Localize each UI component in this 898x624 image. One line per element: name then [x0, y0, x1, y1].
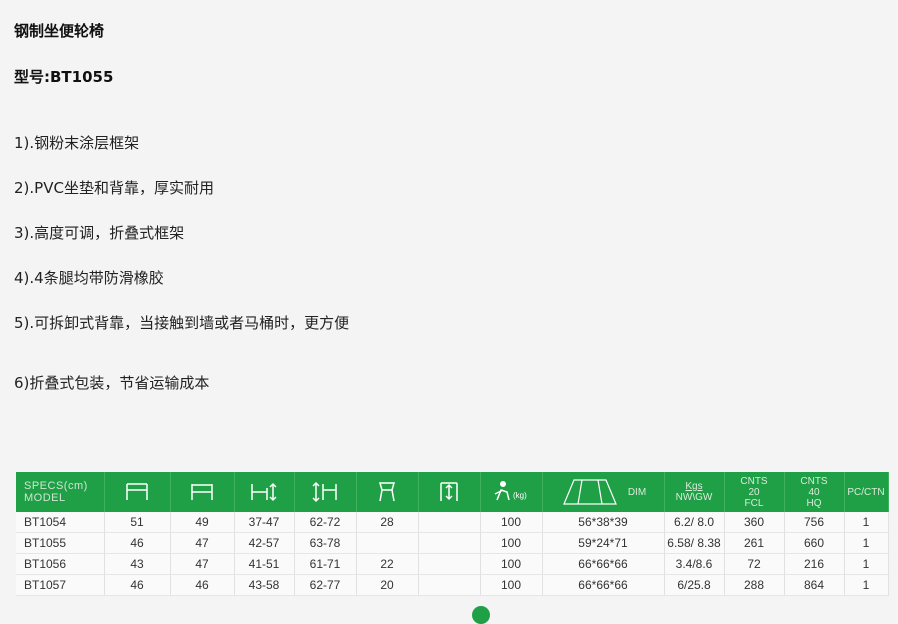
hq-line-3: HQ: [806, 497, 822, 509]
hq-header: CNTS 40 HQ: [784, 472, 845, 512]
table-cell: [418, 553, 481, 575]
scroll-indicator-icon: [472, 606, 490, 624]
table-cell: 47: [170, 532, 235, 554]
table-cell: 43: [104, 553, 171, 575]
feature-item-4: 4).4条腿均带防滑橡胶: [14, 269, 164, 287]
table-cell: 51: [104, 512, 171, 533]
feature-item-3: 3).高度可调，折叠式框架: [14, 224, 185, 242]
overall-height-icon: [294, 472, 357, 512]
table-cell: 6/25.8: [664, 574, 725, 596]
dim-header: DIM: [542, 472, 665, 512]
specs-model-header: SPECS(cm) MODEL: [16, 472, 105, 512]
fcl-line-3: FCL: [744, 497, 764, 509]
table-cell: 49: [170, 512, 235, 533]
feature-item-5: 5).可拆卸式背靠，当接触到墙或者马桶时，更方便: [14, 314, 350, 332]
table-cell: 100: [480, 512, 543, 533]
specs-label: SPECS(cm): [24, 479, 88, 492]
table-cell: 37-47: [234, 512, 295, 533]
table-cell: 20: [356, 574, 419, 596]
seat-depth-icon: [356, 472, 419, 512]
fcl-line-1: CNTS: [740, 475, 768, 487]
carton-icon: [562, 479, 617, 505]
table-cell: 66*66*66: [542, 553, 665, 575]
feature-item-6: 6)折叠式包装，节省运输成本: [14, 374, 210, 392]
table-cell: 59*24*71: [542, 532, 665, 554]
seat-height-icon: [234, 472, 295, 512]
table-cell: BT1055: [16, 532, 105, 554]
table-cell: 66*66*66: [542, 574, 665, 596]
weight-capacity-icon: (kg): [480, 472, 543, 512]
product-model: 型号:BT1055: [14, 68, 114, 86]
table-row: BT1057 46 46 43-58 62-77 20 100 66*66*66…: [16, 574, 889, 596]
table-header-row: SPECS(cm) MODEL (kg) DIM Kgs NW\GW CNTS …: [16, 472, 889, 512]
table-cell: 72: [724, 553, 785, 575]
table-cell: 61-71: [294, 553, 357, 575]
table-cell: 28: [356, 512, 419, 533]
table-cell: 100: [480, 532, 543, 554]
feature-item-1: 1).钢粉末涂层框架: [14, 134, 140, 152]
dim-label: DIM: [627, 486, 647, 498]
table-cell: 41-51: [234, 553, 295, 575]
table-cell: 100: [480, 553, 543, 575]
table-cell: 1: [844, 553, 889, 575]
table-cell: 100: [480, 574, 543, 596]
table-cell: 42-57: [234, 532, 295, 554]
table-cell: 46: [104, 532, 171, 554]
table-cell: 46: [170, 574, 235, 596]
product-title: 钢制坐便轮椅: [14, 22, 105, 40]
table-cell: [418, 574, 481, 596]
table-cell: 3.4/8.6: [664, 553, 725, 575]
nw-gw-label: NW\GW: [675, 492, 713, 503]
table-cell: 6.58/ 8.38: [664, 532, 725, 554]
table-cell: 47: [170, 553, 235, 575]
table-cell: BT1057: [16, 574, 105, 596]
table-row: BT1054 51 49 37-47 62-72 28 100 56*38*39…: [16, 512, 889, 533]
table-cell: 22: [356, 553, 419, 575]
weight-capacity-unit: (kg): [513, 491, 527, 500]
hq-line-1: CNTS: [800, 475, 828, 487]
specs-table: SPECS(cm) MODEL (kg) DIM Kgs NW\GW CNTS …: [16, 472, 889, 596]
table-cell: 756: [784, 512, 845, 533]
depth-icon: [418, 472, 481, 512]
feature-item-2: 2).PVC坐垫和背靠，厚实耐用: [14, 179, 214, 197]
table-cell: 660: [784, 532, 845, 554]
table-cell: 864: [784, 574, 845, 596]
table-cell: 216: [784, 553, 845, 575]
table-cell: 1: [844, 574, 889, 596]
table-cell: 1: [844, 532, 889, 554]
chair-width-icon: [104, 472, 171, 512]
table-cell: [356, 532, 419, 554]
table-cell: BT1054: [16, 512, 105, 533]
table-cell: 6.2/ 8.0: [664, 512, 725, 533]
table-cell: 46: [104, 574, 171, 596]
table-cell: 63-78: [294, 532, 357, 554]
table-cell: 43-58: [234, 574, 295, 596]
table-cell: 62-77: [294, 574, 357, 596]
fcl-header: CNTS 20 FCL: [724, 472, 785, 512]
table-cell: 288: [724, 574, 785, 596]
table-cell: BT1056: [16, 553, 105, 575]
table-cell: [418, 532, 481, 554]
table-cell: 1: [844, 512, 889, 533]
kgs-label: Kgs: [685, 481, 703, 492]
hq-line-2: 40: [808, 486, 820, 498]
table-cell: 62-72: [294, 512, 357, 533]
pc-ctn-header: PC/CTN: [844, 472, 889, 512]
table-row: BT1055 46 47 42-57 63-78 100 59*24*71 6.…: [16, 532, 889, 554]
seat-width-icon: [170, 472, 235, 512]
table-row: BT1056 43 47 41-51 61-71 22 100 66*66*66…: [16, 553, 889, 575]
table-cell: 56*38*39: [542, 512, 665, 533]
nw-gw-header: Kgs NW\GW: [664, 472, 725, 512]
table-cell: 261: [724, 532, 785, 554]
table-cell: 360: [724, 512, 785, 533]
fcl-line-2: 20: [748, 486, 760, 498]
table-cell: [418, 512, 481, 533]
model-label: MODEL: [24, 492, 66, 504]
